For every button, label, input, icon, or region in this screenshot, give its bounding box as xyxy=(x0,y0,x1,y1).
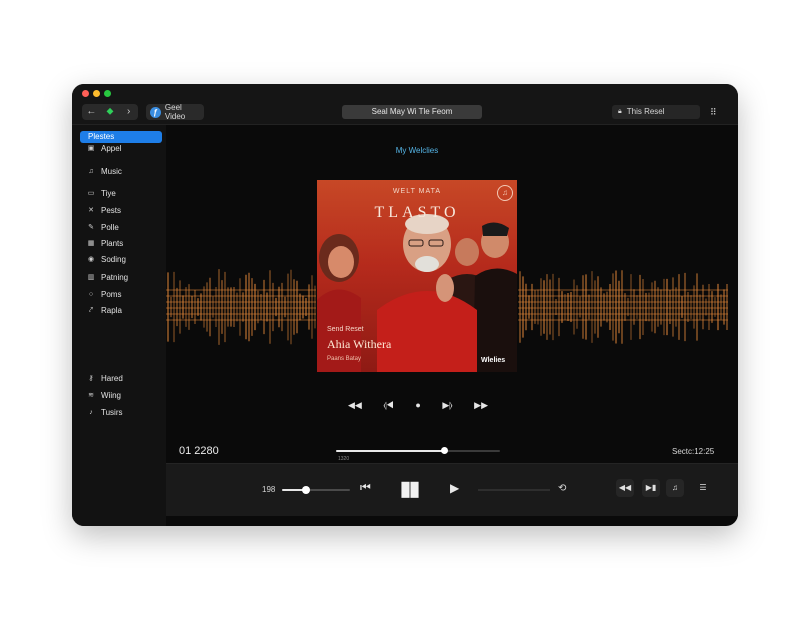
sidebar-item-polle[interactable]: ✎ Polle xyxy=(80,222,162,234)
minimize-window-button[interactable] xyxy=(93,90,100,97)
sidebar-item-label: Pests xyxy=(101,206,122,215)
grid-icon: ▦ xyxy=(87,240,95,247)
back-button[interactable]: ← xyxy=(83,104,99,120)
sidebar-item-label: Patning xyxy=(101,273,129,282)
note-icon: ♪ xyxy=(89,409,93,416)
close-window-button[interactable] xyxy=(82,90,89,97)
fast-forward-icon[interactable]: ▶▶ xyxy=(474,400,488,411)
album-label: Wlelies xyxy=(481,357,506,364)
transport-controls: ◀◀ ⦉◀ ● ▶⦊ ▶▶ xyxy=(348,398,488,412)
sidebar-item-plants[interactable]: ▦ Plants xyxy=(80,238,162,250)
source-logo-icon: ƒ xyxy=(150,106,161,118)
disc-icon: ◉ xyxy=(87,256,95,263)
sidebar-item-label: Wiing xyxy=(101,391,122,400)
sidebar-item-label: Hared xyxy=(101,374,123,383)
sidebar-item-tiye[interactable]: ▭ Tiye xyxy=(80,188,162,200)
album-top-text: WELT MATA xyxy=(392,188,442,195)
sidebar-item-poms[interactable]: ○ Poms xyxy=(80,289,162,301)
progress-slider[interactable] xyxy=(336,447,500,454)
progress-fill xyxy=(336,450,445,452)
waveform-right xyxy=(518,270,728,344)
skip-back-icon[interactable]: ⦉◀ xyxy=(383,400,394,411)
player-bar: 198 ⏮︎ ▮▮ ▶ ⟲ ◀◀ ▶▮ ♫ ☰ xyxy=(166,463,738,516)
more-icon[interactable]: ⠿ xyxy=(710,105,717,119)
skip-forward-icon[interactable]: ▶⦊ xyxy=(442,400,452,411)
sidebar-item-label: Plestes xyxy=(88,132,115,141)
volume-value: 198 xyxy=(262,485,276,494)
sidebar-item-label: Rapla xyxy=(101,306,122,315)
sidebar-item-wiing[interactable]: ≋ Wiing xyxy=(80,390,162,402)
album-subtitle: Send Reset xyxy=(327,326,364,333)
window-title: Seal May Wi Tle Feom xyxy=(342,105,482,119)
navigation-group: ← ⬥ › xyxy=(82,104,138,120)
zoom-window-button[interactable] xyxy=(104,90,111,97)
total-time: Sectc:12:25 xyxy=(672,447,715,456)
apple-icon[interactable]: ● xyxy=(415,400,420,410)
album-small-text: Paans Batay xyxy=(327,356,362,362)
sidebar-item-rapla[interactable]: ⤤ Rapla xyxy=(80,305,162,317)
sidebar-item-label: Soding xyxy=(101,255,126,264)
album-badge-icon: ♫ xyxy=(497,185,513,201)
album-artist: Ahia Withera xyxy=(327,337,392,351)
source-selector[interactable]: ƒ Geel Video xyxy=(146,103,204,121)
sidebar-item-label: Poms xyxy=(101,290,122,299)
volume-slider[interactable] xyxy=(282,486,350,494)
sidebar-item-label: Tiye xyxy=(101,189,116,198)
sidebar-item-label: Plants xyxy=(101,239,124,248)
sidebar-item-label: Tusirs xyxy=(101,408,123,417)
album-artwork[interactable]: WELT MATA TLASTO ♫ Send Reset Ahia Withe… xyxy=(317,180,517,372)
lock-icon: 🔒︎ xyxy=(618,108,622,115)
sidebar-item-appel[interactable]: ▣ Appel xyxy=(80,143,162,155)
volume-knob[interactable] xyxy=(301,486,310,494)
play-icon[interactable]: ▶ xyxy=(450,481,459,495)
menu-icon[interactable]: ☰ xyxy=(694,479,712,497)
rewind-icon[interactable]: ◀◀ xyxy=(348,400,362,411)
tv-icon: ▭ xyxy=(87,190,95,197)
sidebar-item-patning[interactable]: ▥ Patning xyxy=(80,272,162,284)
pause-icon[interactable]: ▮▮ xyxy=(400,476,420,501)
waveform-left xyxy=(166,269,316,345)
source-label: Geel Video xyxy=(164,103,186,121)
sidebar-item-pests[interactable]: ✕ Pests xyxy=(80,205,162,217)
title-bar: ← ⬥ › ƒ Geel Video Seal May Wi Tle Feom … xyxy=(72,84,738,125)
forward-button[interactable]: › xyxy=(121,104,137,120)
sidebar-item-hared[interactable]: ⚷ Hared xyxy=(80,373,162,385)
search-field[interactable]: 🔒︎ This Resel xyxy=(612,105,700,119)
search-text: This Resel xyxy=(626,107,665,116)
app-icon: ▣ xyxy=(87,145,95,152)
podcast-icon: ✕ xyxy=(88,207,94,214)
sidebar-item-tusirs[interactable]: ♪ Tusirs xyxy=(80,407,162,419)
music-note-icon[interactable]: ♫ xyxy=(666,479,684,497)
sidebar-item-label: Polle xyxy=(101,223,119,232)
sidebar: Plestes ▣ Appel ♫ Music ▭ Tiye ✕ Pests ✎… xyxy=(72,125,166,526)
next-button[interactable]: ▶▮ xyxy=(642,479,660,497)
sidebar-item-music[interactable]: ♫ Music xyxy=(80,166,162,178)
pen-icon: ✎ xyxy=(88,224,94,231)
progress-label: 1320 xyxy=(338,456,350,462)
album-title: TLASTO xyxy=(374,204,460,221)
previous-track-icon[interactable]: ⏮︎ xyxy=(360,480,371,495)
link-icon: ⤤ xyxy=(89,307,93,314)
music-icon: ♫ xyxy=(88,168,94,175)
secondary-track-line xyxy=(478,489,550,491)
loop-icon[interactable]: ⟲ xyxy=(558,483,566,494)
sidebar-item-label: Music xyxy=(101,167,122,176)
key-icon: ⚷ xyxy=(88,375,94,382)
rewind-button[interactable]: ◀◀ xyxy=(616,479,634,497)
section-title: My Welclies xyxy=(395,146,439,155)
sidebar-item-playlists[interactable]: Plestes xyxy=(80,131,162,143)
sidebar-item-label: Appel xyxy=(101,144,122,153)
sidebar-item-soding[interactable]: ◉ Soding xyxy=(80,254,162,266)
shield-icon[interactable]: ⬥ xyxy=(102,104,118,120)
chart-icon: ▥ xyxy=(87,274,95,281)
elapsed-time: 01 2280 xyxy=(179,445,219,457)
circle-icon: ○ xyxy=(88,291,94,298)
wave-icon: ≋ xyxy=(88,392,94,399)
